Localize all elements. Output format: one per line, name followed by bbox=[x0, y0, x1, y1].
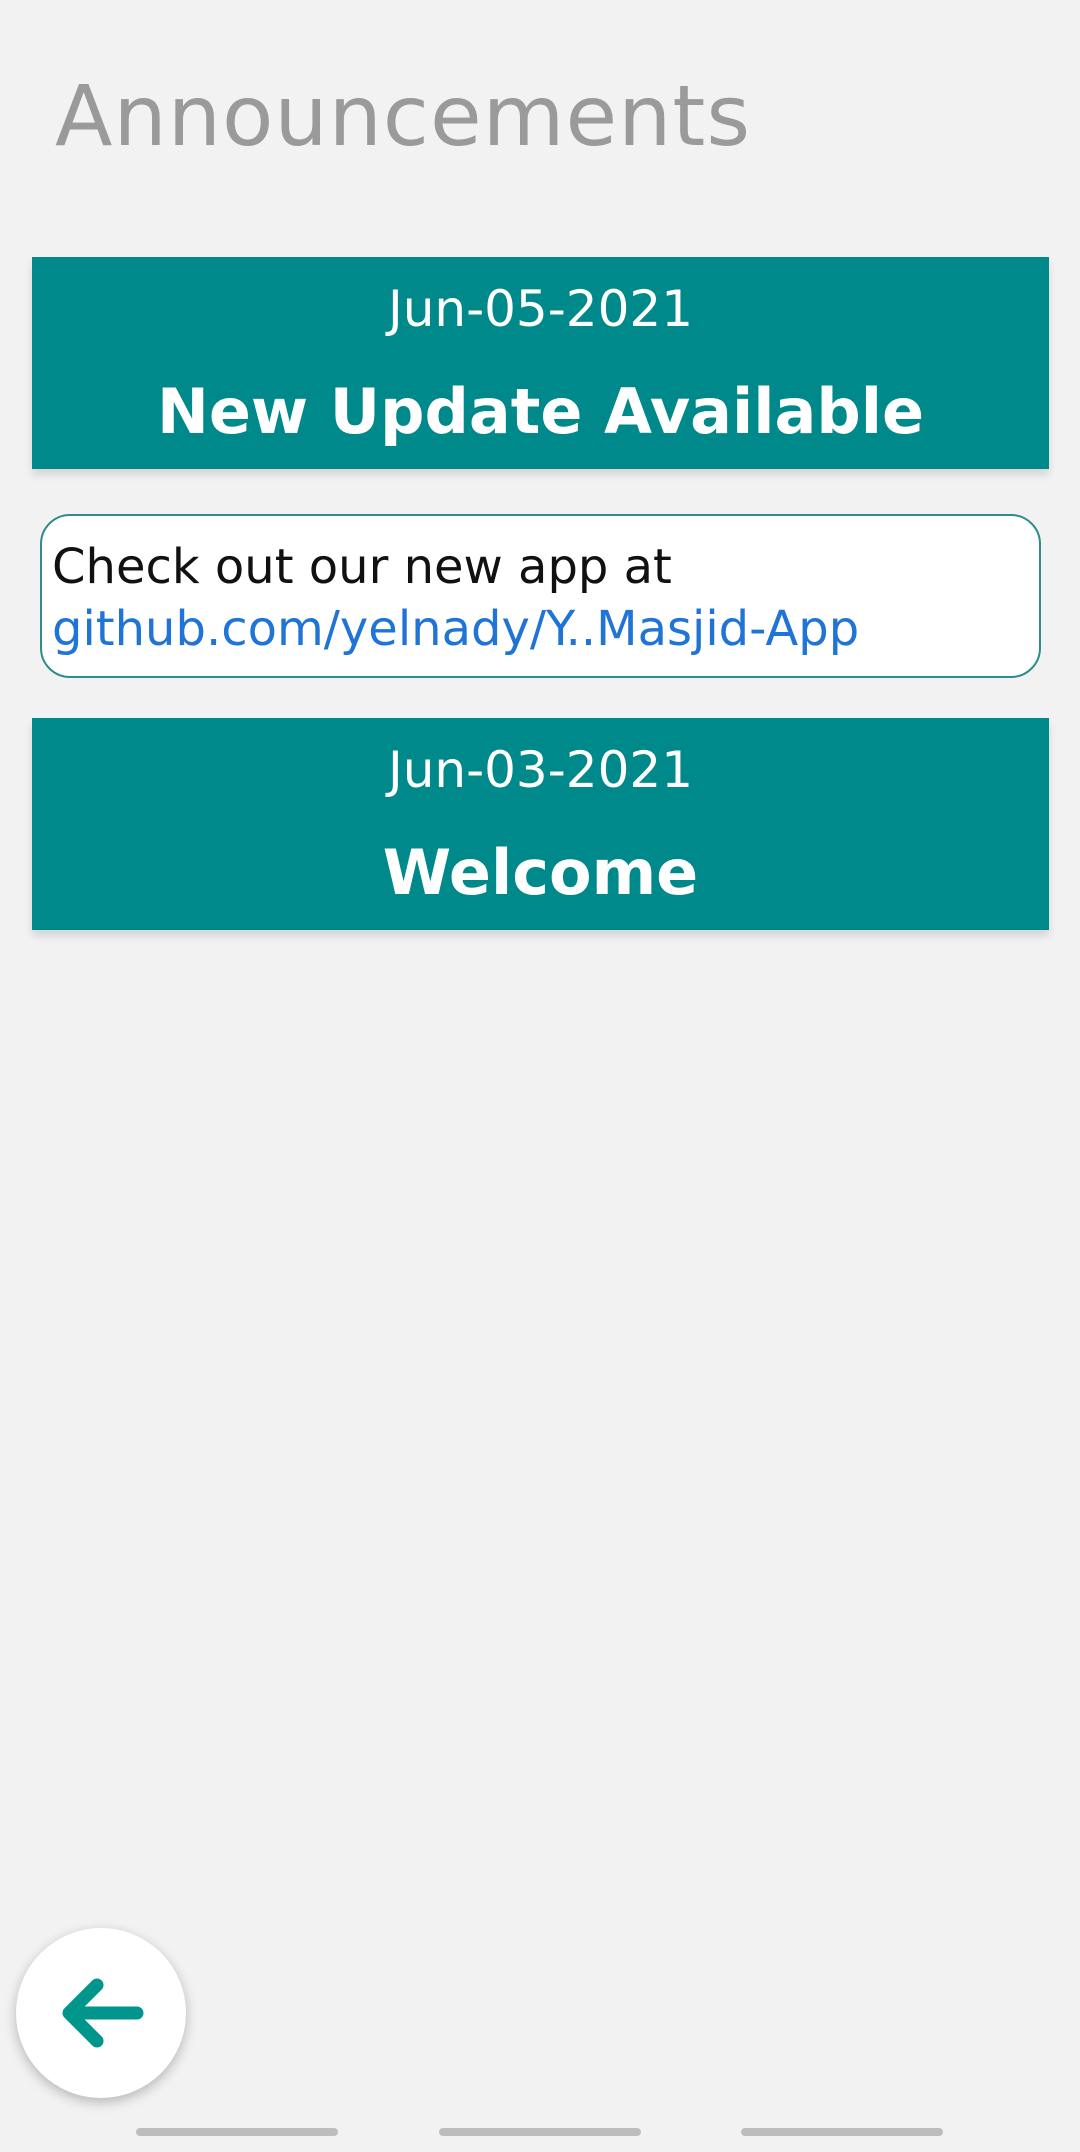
announcement-body-text: Check out our new app at bbox=[52, 539, 672, 595]
arrow-left-icon bbox=[62, 1978, 144, 2048]
announcement-body: Check out our new app at github.com/yeln… bbox=[40, 514, 1041, 678]
nav-hint-bar bbox=[741, 2128, 943, 2136]
announcement-header[interactable]: Jun-03-2021 Welcome bbox=[32, 718, 1049, 930]
announcements-list: Jun-05-2021 New Update Available Check o… bbox=[32, 257, 1049, 930]
nav-hint-bar bbox=[136, 2128, 338, 2136]
announcement-date: Jun-05-2021 bbox=[387, 280, 694, 338]
announcement-link[interactable]: github.com/yelnady/Y..Masjid-App bbox=[52, 601, 859, 657]
announcement-date: Jun-03-2021 bbox=[387, 741, 694, 799]
announcement-title: Welcome bbox=[382, 836, 699, 909]
page-title: Announcements bbox=[55, 67, 752, 165]
nav-hint-bar bbox=[439, 2128, 641, 2136]
back-button[interactable] bbox=[16, 1928, 186, 2098]
announcement-header[interactable]: Jun-05-2021 New Update Available bbox=[32, 257, 1049, 469]
announcement-title: New Update Available bbox=[156, 375, 925, 448]
